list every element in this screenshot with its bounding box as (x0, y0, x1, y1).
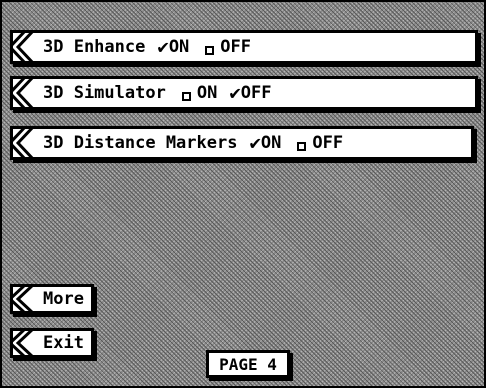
option-off[interactable]: OFF (220, 37, 251, 57)
left-arrow-tab-icon (10, 328, 36, 358)
more-button-label: More (43, 289, 84, 309)
menu-item-3d-distance-markers[interactable]: 3D Distance Markers ✔ ON OFF (10, 126, 474, 160)
menu-item-label: 3D Distance Markers (43, 133, 238, 153)
menu-item-label: 3D Enhance (43, 37, 146, 57)
option-off[interactable]: OFF (312, 133, 343, 153)
page-indicator: PAGE 4 (206, 350, 290, 378)
option-on[interactable]: ON (169, 37, 189, 57)
empty-checkbox-icon[interactable] (205, 45, 215, 55)
more-button[interactable]: More (10, 284, 94, 314)
check-icon: ✔ (229, 82, 241, 104)
empty-checkbox-icon[interactable] (297, 141, 307, 151)
check-icon: ✔ (157, 36, 169, 58)
left-arrow-tab-icon (10, 30, 36, 64)
option-off[interactable]: OFF (241, 83, 272, 103)
check-icon: ✔ (249, 132, 261, 154)
menu-item-3d-simulator[interactable]: 3D Simulator ON ✔ OFF (10, 76, 478, 110)
empty-checkbox-icon[interactable] (181, 91, 191, 101)
menu-item-label: 3D Simulator (43, 83, 166, 103)
option-on[interactable]: ON (261, 133, 281, 153)
display-screen: 3D Enhance ✔ ON OFF 3D Simulator ON ✔ OF… (0, 0, 486, 388)
left-arrow-tab-icon (10, 126, 36, 160)
exit-button-label: Exit (43, 333, 84, 353)
exit-button[interactable]: Exit (10, 328, 94, 358)
menu-item-3d-enhance[interactable]: 3D Enhance ✔ ON OFF (10, 30, 478, 64)
left-arrow-tab-icon (10, 284, 36, 314)
option-on[interactable]: ON (197, 83, 217, 103)
left-arrow-tab-icon (10, 76, 36, 110)
